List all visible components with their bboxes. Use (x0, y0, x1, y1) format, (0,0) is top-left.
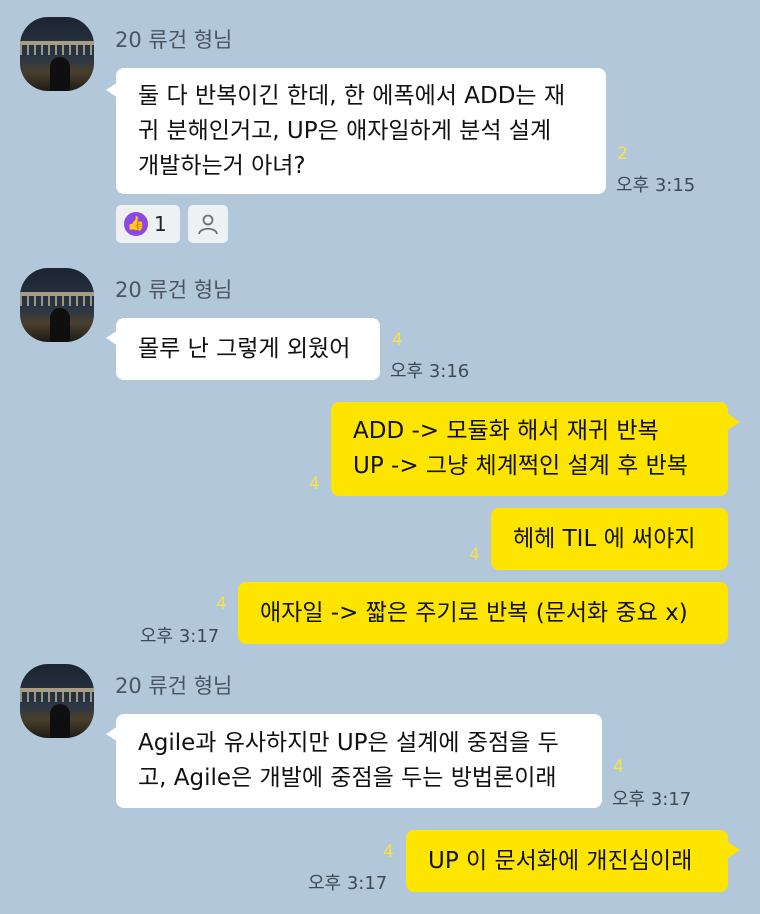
avatar[interactable] (20, 268, 94, 342)
unread-count: 4 (469, 545, 480, 565)
reaction-badge[interactable]: 👍 1 (116, 205, 180, 243)
message-time: 오후 3:17 (140, 626, 220, 647)
message-line: 둘 다 반복이긴 한데, 한 에폭에서 ADD는 재 (138, 82, 566, 109)
person-silhouette (50, 57, 70, 91)
unread-count: 4 (216, 594, 227, 614)
unread-count: 4 (613, 757, 624, 777)
my-message-bubble[interactable]: UP 이 문서화에 개진심이래 (406, 830, 728, 892)
message-line: Agile과 유사하지만 UP은 설계에 중점을 두 (138, 730, 559, 756)
message-line: 헤헤 TIL 에 써야지 (513, 525, 696, 552)
reaction-count: 1 (154, 212, 167, 236)
add-reaction-button[interactable] (188, 205, 228, 243)
my-message-bubble[interactable]: ADD -> 모듈화 해서 재귀 반복 UP -> 그냥 체계쩍인 설계 후 반… (331, 402, 728, 496)
message-bubble[interactable]: Agile과 유사하지만 UP은 설계에 중점을 두 고, Agile은 개발에… (116, 714, 602, 808)
message-line: ADD -> 모듈화 해서 재귀 반복 (353, 418, 659, 444)
person-silhouette (50, 704, 70, 738)
message-time: 오후 3:17 (612, 789, 692, 810)
my-message-bubble[interactable]: 헤헤 TIL 에 써야지 (491, 508, 728, 570)
message-bubble[interactable]: 몰루 난 그렇게 외웠어 (116, 318, 380, 380)
message-time: 오후 3:16 (390, 361, 470, 382)
message-line: 애자일 -> 짧은 주기로 반복 (문서화 중요 x) (260, 599, 688, 626)
unread-count: 2 (617, 144, 628, 164)
avatar[interactable] (20, 664, 94, 738)
message-time: 오후 3:15 (616, 175, 696, 196)
thumbs-up-icon: 👍 (124, 212, 148, 236)
sender-name: 20 류건 형님 (115, 674, 233, 698)
person-silhouette (50, 308, 70, 342)
message-line: UP -> 그냥 체계쩍인 설계 후 반복 (353, 453, 688, 479)
message-bubble[interactable]: 둘 다 반복이긴 한데, 한 에폭에서 ADD는 재 귀 분해인거고, UP은 … (116, 68, 606, 194)
unread-count: 4 (392, 330, 403, 350)
message-line: UP 이 문서화에 개진심이래 (428, 847, 693, 874)
message-time: 오후 3:17 (308, 873, 388, 894)
my-message-bubble[interactable]: 애자일 -> 짧은 주기로 반복 (문서화 중요 x) (238, 582, 728, 644)
sender-name: 20 류건 형님 (115, 28, 233, 52)
message-line: 고, Agile은 개발에 중점을 두는 방법론이래 (138, 765, 557, 791)
message-line: 개발하는거 아녀? (138, 152, 306, 179)
sender-name: 20 류건 형님 (115, 278, 233, 302)
unread-count: 4 (309, 474, 320, 494)
unread-count: 4 (383, 842, 394, 862)
message-line: 귀 분해인거고, UP은 애자일하게 분석 설계 (138, 117, 552, 144)
avatar[interactable] (20, 17, 94, 91)
message-line: 몰루 난 그렇게 외웠어 (138, 335, 351, 362)
person-icon (198, 214, 218, 235)
